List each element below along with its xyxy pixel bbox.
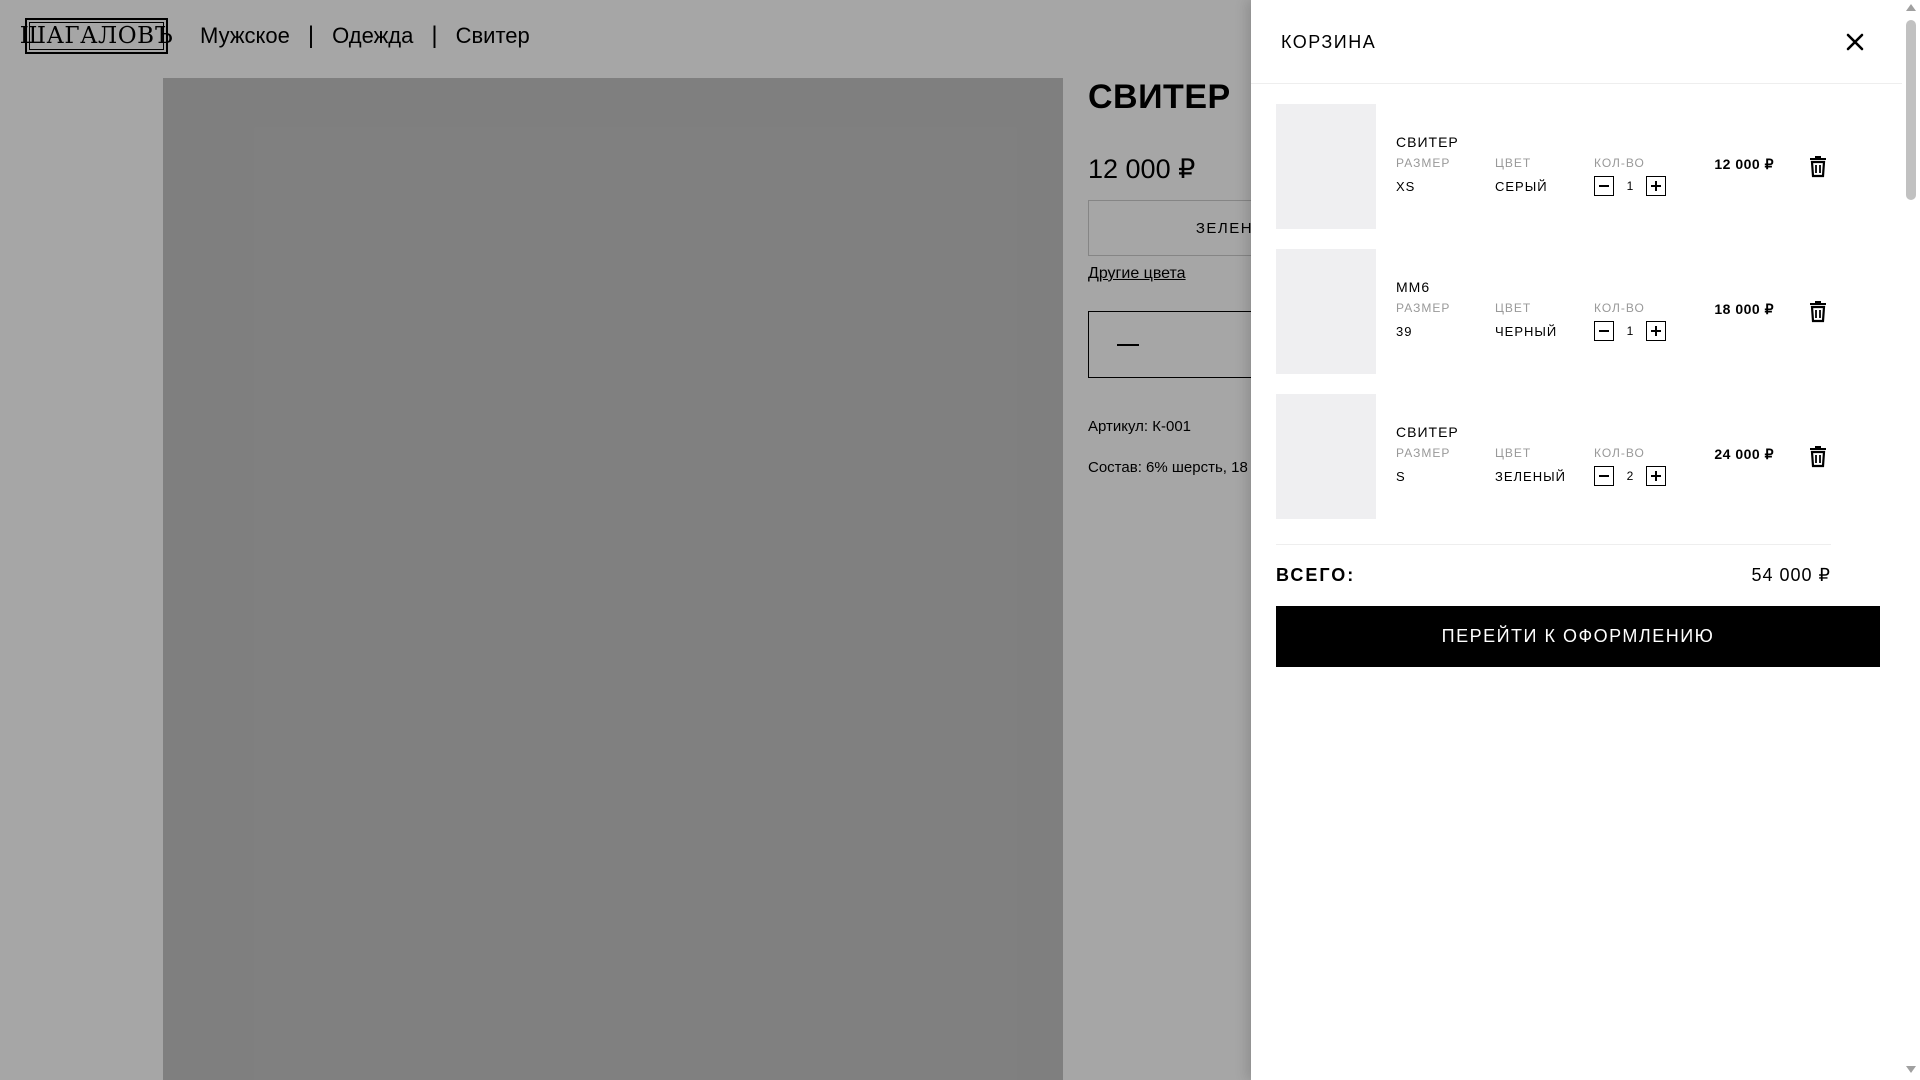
cart-item-color: СЕРЫЙ	[1495, 179, 1548, 194]
cart-item: ММ6 РАЗМЕР ЦВЕТ КОЛ-ВО 39 ЧЕРНЫЙ 1 18 00…	[1276, 249, 1836, 374]
cart-item-thumbnail[interactable]	[1276, 249, 1376, 374]
quantity-value: 1	[1626, 179, 1634, 193]
quantity-stepper: 2	[1594, 466, 1666, 486]
increase-quantity-button[interactable]	[1646, 176, 1666, 196]
quantity-value: 1	[1626, 324, 1634, 338]
quantity-value: 2	[1626, 469, 1634, 483]
cart-item-price: 18 000 ₽	[1714, 301, 1774, 317]
quantity-stepper: 1	[1594, 176, 1666, 196]
size-label: РАЗМЕР	[1396, 156, 1451, 170]
cart-item-color: ЧЕРНЫЙ	[1495, 324, 1558, 339]
scrollbar[interactable]	[1902, 0, 1920, 1080]
color-label: ЦВЕТ	[1495, 156, 1532, 170]
checkout-button[interactable]: ПЕРЕЙТИ К ОФОРМЛЕНИЮ	[1276, 606, 1880, 667]
close-icon[interactable]	[1841, 28, 1869, 56]
decrease-quantity-button[interactable]	[1594, 321, 1614, 341]
quantity-stepper: 1	[1594, 321, 1666, 341]
size-label: РАЗМЕР	[1396, 301, 1451, 315]
increase-quantity-button[interactable]	[1646, 466, 1666, 486]
qty-label: КОЛ-ВО	[1594, 446, 1645, 460]
cart-drawer: КОРЗИНА СВИТЕР РАЗМЕР ЦВЕТ КОЛ-ВО XS СЕР…	[1251, 0, 1902, 1080]
scroll-thumb[interactable]	[1906, 20, 1916, 200]
cart-item-name[interactable]: СВИТЕР	[1396, 134, 1459, 150]
cart-item-name[interactable]: ММ6	[1396, 279, 1430, 295]
total-label: ВСЕГО:	[1276, 565, 1356, 585]
cart-item-thumbnail[interactable]	[1276, 104, 1376, 229]
size-label: РАЗМЕР	[1396, 446, 1451, 460]
cart-item-size: 39	[1396, 324, 1413, 339]
color-label: ЦВЕТ	[1495, 301, 1532, 315]
scroll-up-arrow-icon[interactable]	[1906, 4, 1916, 11]
cart-item-size: S	[1396, 469, 1406, 484]
decrease-quantity-button[interactable]	[1594, 176, 1614, 196]
qty-label: КОЛ-ВО	[1594, 301, 1645, 315]
cart-item: СВИТЕР РАЗМЕР ЦВЕТ КОЛ-ВО S ЗЕЛЕНЫЙ 2 24…	[1276, 394, 1836, 519]
scroll-down-arrow-icon[interactable]	[1906, 1066, 1916, 1073]
decrease-quantity-button[interactable]	[1594, 466, 1614, 486]
cart-item-price: 24 000 ₽	[1714, 446, 1774, 462]
cart-item-size: XS	[1396, 179, 1416, 194]
cart-header: КОРЗИНА	[1251, 0, 1902, 84]
cart-divider	[1276, 544, 1831, 545]
trash-icon[interactable]	[1808, 444, 1830, 468]
cart-item-name[interactable]: СВИТЕР	[1396, 424, 1459, 440]
trash-icon[interactable]	[1808, 154, 1830, 178]
cart-title: КОРЗИНА	[1281, 32, 1377, 52]
cart-item-color: ЗЕЛЕНЫЙ	[1495, 469, 1566, 484]
increase-quantity-button[interactable]	[1646, 321, 1666, 341]
cart-item-price: 12 000 ₽	[1714, 156, 1774, 172]
color-label: ЦВЕТ	[1495, 446, 1532, 460]
trash-icon[interactable]	[1808, 299, 1830, 323]
cart-item-thumbnail[interactable]	[1276, 394, 1376, 519]
total-value: 54 000 ₽	[1751, 565, 1831, 585]
qty-label: КОЛ-ВО	[1594, 156, 1645, 170]
cart-item: СВИТЕР РАЗМЕР ЦВЕТ КОЛ-ВО XS СЕРЫЙ 1 12 …	[1276, 104, 1836, 229]
